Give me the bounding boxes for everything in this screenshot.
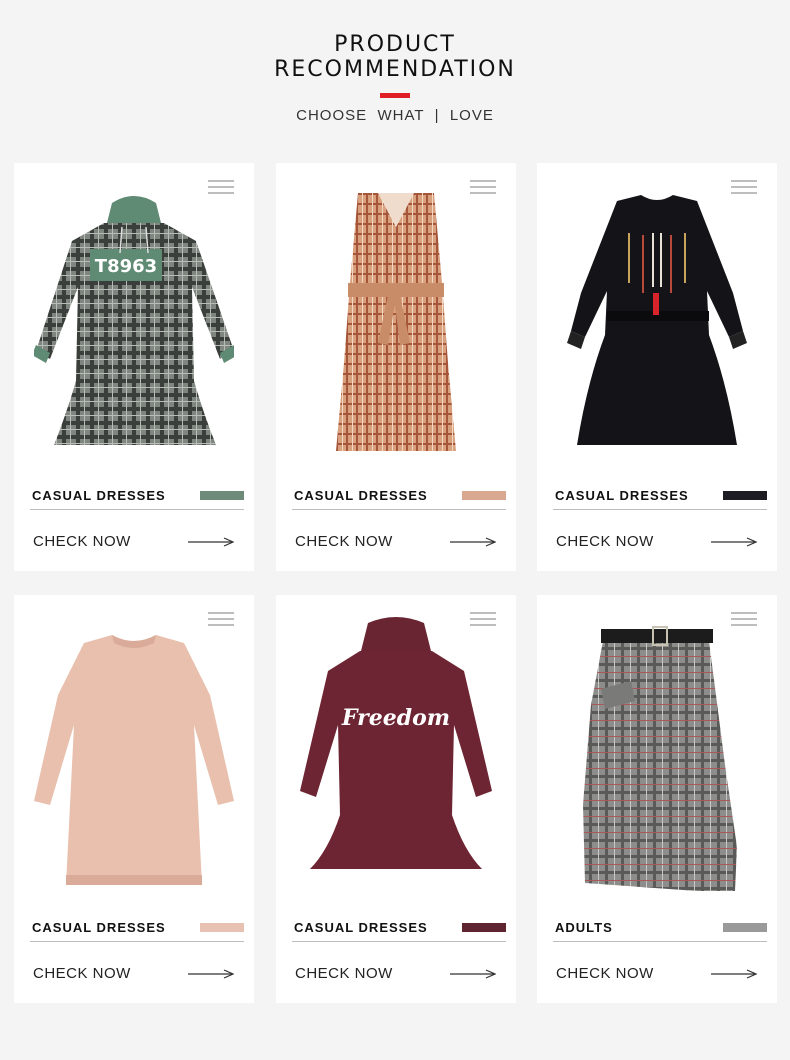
arrow-right-icon[interactable]	[188, 969, 234, 979]
product-image-green-plaid-hoodie-dress[interactable]: T8963	[34, 183, 234, 473]
section-header: PRODUCT RECOMMENDATION CHOOSE WHAT | LOV…	[0, 0, 790, 150]
product-category: CASUAL DRESSES	[32, 488, 166, 503]
divider	[553, 941, 767, 942]
product-card[interactable]: CASUAL DRESSES CHECK NOW	[537, 163, 777, 571]
product-image-grey-plaid-wrap-skirt[interactable]	[557, 615, 757, 905]
product-category: ADULTS	[555, 920, 613, 935]
product-card[interactable]: Freedom CASUAL DRESSES CHECK NOW	[276, 595, 516, 1003]
arrow-right-icon[interactable]	[711, 537, 757, 547]
product-category: CASUAL DRESSES	[555, 488, 689, 503]
product-card[interactable]: CASUAL DRESSES CHECK NOW	[276, 163, 516, 571]
color-swatch	[723, 923, 767, 932]
divider	[292, 941, 506, 942]
product-card[interactable]: CASUAL DRESSES CHECK NOW	[14, 595, 254, 1003]
product-category: CASUAL DRESSES	[294, 920, 428, 935]
title-line-2: RECOMMENDATION	[274, 57, 516, 82]
product-category: CASUAL DRESSES	[294, 488, 428, 503]
check-now-link[interactable]: CHECK NOW	[295, 965, 393, 982]
check-now-link[interactable]: CHECK NOW	[33, 533, 131, 550]
product-image-camel-check-belted-dress[interactable]	[296, 183, 496, 473]
color-swatch	[200, 491, 244, 500]
product-card[interactable]: T8963 CASUAL DRESSES CHECK NOW	[14, 163, 254, 571]
section-title: PRODUCT RECOMMENDATION	[0, 32, 790, 82]
product-image-pink-knit-sweater-dress[interactable]	[34, 615, 234, 905]
check-now-link[interactable]: CHECK NOW	[33, 965, 131, 982]
arrow-right-icon[interactable]	[450, 537, 496, 547]
color-swatch	[462, 491, 506, 500]
arrow-right-icon[interactable]	[188, 537, 234, 547]
check-now-link[interactable]: CHECK NOW	[556, 533, 654, 550]
divider	[30, 509, 244, 510]
section-subtitle: CHOOSE WHAT | LOVE	[296, 107, 494, 124]
arrow-right-icon[interactable]	[450, 969, 496, 979]
arrow-right-icon[interactable]	[711, 969, 757, 979]
color-swatch	[723, 491, 767, 500]
product-category: CASUAL DRESSES	[32, 920, 166, 935]
color-swatch	[462, 923, 506, 932]
product-image-black-embroidered-dress[interactable]	[557, 183, 757, 473]
product-card[interactable]: ADULTS CHECK NOW	[537, 595, 777, 1003]
print-text: Freedom	[341, 705, 450, 731]
title-line-1: PRODUCT	[334, 32, 456, 57]
title-accent-bar	[380, 93, 410, 98]
check-now-link[interactable]: CHECK NOW	[556, 965, 654, 982]
divider	[30, 941, 244, 942]
product-image-burgundy-hoodie-dress[interactable]: Freedom	[296, 615, 496, 905]
color-swatch	[200, 923, 244, 932]
check-now-link[interactable]: CHECK NOW	[295, 533, 393, 550]
divider	[553, 509, 767, 510]
divider	[292, 509, 506, 510]
print-text: T8963	[95, 256, 157, 277]
